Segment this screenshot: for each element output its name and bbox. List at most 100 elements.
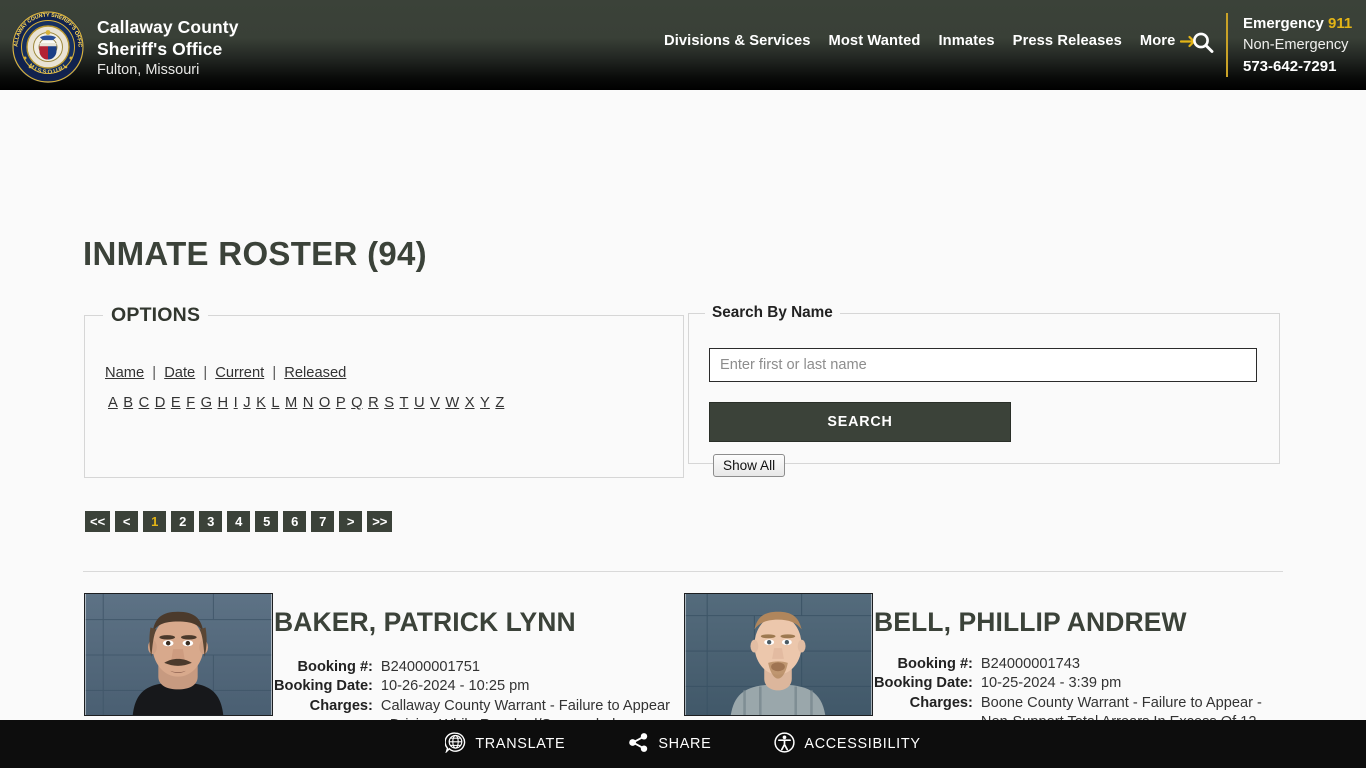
- search-input[interactable]: [709, 348, 1257, 382]
- non-emergency-number[interactable]: 573-642-7291: [1243, 56, 1352, 78]
- non-emergency-label: Non-Emergency: [1243, 36, 1349, 53]
- search-legend: Search By Name: [712, 304, 833, 321]
- brand-line-2: Sheriff's Office: [97, 39, 223, 59]
- emergency-number: 911: [1328, 15, 1353, 32]
- globe-icon: [444, 731, 466, 757]
- alphabet-link-v[interactable]: V: [430, 395, 440, 411]
- accessibility-icon: [774, 731, 796, 757]
- page-1[interactable]: 1: [143, 511, 167, 532]
- emergency-contact-block: Emergency 911 Non-Emergency 573-642-7291: [1226, 13, 1352, 77]
- translate-label: TRANSLATE: [475, 736, 566, 752]
- page-last[interactable]: >>: [367, 511, 393, 532]
- share-label: SHARE: [658, 736, 712, 752]
- alphabet-link-r[interactable]: R: [368, 395, 379, 411]
- sort-link-current[interactable]: Current: [215, 365, 264, 381]
- brand-text: Callaway County Sheriff's Office Fulton,…: [97, 10, 239, 80]
- booking-date-row: Booking Date: 10-26-2024 - 10:25 pm: [274, 677, 670, 696]
- page-3[interactable]: 3: [199, 511, 223, 532]
- alphabet-link-e[interactable]: E: [171, 395, 181, 411]
- page-next[interactable]: >: [339, 511, 363, 532]
- booking-number-label: Booking #:: [897, 656, 973, 672]
- nav-item-inmates[interactable]: Inmates: [929, 33, 1003, 49]
- share-icon: [628, 732, 649, 757]
- alphabet-link-y[interactable]: Y: [480, 395, 490, 411]
- nav-item-more-label: More: [1139, 33, 1176, 49]
- pagination: << <1 2 3 4 5 6 7 > >>: [85, 511, 393, 532]
- booking-number-label: Booking #:: [297, 659, 373, 675]
- page-title: INMATE ROSTER (94): [83, 235, 427, 272]
- accessibility-label: ACCESSIBILITY: [804, 736, 921, 752]
- alphabet-link-w[interactable]: W: [445, 395, 459, 411]
- sort-link-name[interactable]: Name: [105, 365, 144, 381]
- page-4[interactable]: 4: [227, 511, 251, 532]
- alphabet-link-u[interactable]: U: [414, 395, 425, 411]
- nav-item-press-releases[interactable]: Press Releases: [1004, 33, 1131, 49]
- booking-number-value: B24000001751: [380, 659, 480, 675]
- emergency-label: Emergency: [1243, 15, 1324, 32]
- page-2[interactable]: 2: [171, 511, 195, 532]
- alphabet-link-d[interactable]: D: [155, 395, 166, 411]
- alphabet-link-k[interactable]: K: [256, 395, 266, 411]
- alphabet-link-l[interactable]: L: [271, 395, 279, 411]
- alphabet-link-z[interactable]: Z: [495, 395, 504, 411]
- alphabet-link-m[interactable]: M: [285, 395, 297, 411]
- sort-link-date[interactable]: Date: [164, 365, 195, 381]
- booking-number-value: B24000001743: [980, 656, 1080, 672]
- show-all-button[interactable]: Show All: [713, 454, 786, 477]
- options-separator-3: |: [272, 365, 277, 381]
- booking-number-row: Booking #: B24000001751: [274, 658, 670, 677]
- charge-line: Callaway County Warrant - Failure to App…: [380, 697, 670, 714]
- accessibility-button[interactable]: ACCESSIBILITY: [774, 731, 921, 757]
- alphabet-link-t[interactable]: T: [399, 395, 408, 411]
- alphabet-link-p[interactable]: P: [336, 395, 346, 411]
- page-6[interactable]: 6: [283, 511, 307, 532]
- booking-number-row: Booking #: B24000001743: [874, 655, 1262, 674]
- nav-item-most-wanted[interactable]: Most Wanted: [820, 33, 930, 49]
- options-panel: OPTIONS Name | Date | Current | Released…: [84, 304, 684, 478]
- page-5[interactable]: 5: [255, 511, 279, 532]
- search-by-name-panel: Search By Name SEARCH Show All: [688, 304, 1280, 477]
- emergency-row: Emergency 911: [1243, 13, 1352, 35]
- site-header: CALLAWAY COUNTY SHERIFF'S OFFICE CALLAWA…: [0, 0, 1366, 90]
- section-divider: [83, 571, 1283, 572]
- sort-options-row: Name | Date | Current | Released: [105, 365, 346, 381]
- alphabet-link-q[interactable]: Q: [351, 395, 362, 411]
- alphabet-link-j[interactable]: J: [243, 395, 250, 411]
- alphabet-link-o[interactable]: O: [319, 395, 330, 411]
- search-button[interactable]: SEARCH: [709, 402, 1011, 442]
- booking-date-label: Booking Date:: [874, 675, 973, 692]
- booking-date-value: 10-25-2024 - 3:39 pm: [980, 675, 1122, 692]
- inmate-name[interactable]: BELL, PHILLIP ANDREW: [874, 604, 1284, 640]
- page-first[interactable]: <<: [85, 511, 111, 532]
- alphabet-link-a[interactable]: A: [108, 395, 118, 411]
- page-prev[interactable]: <: [115, 511, 139, 532]
- alphabet-link-f[interactable]: F: [186, 395, 195, 411]
- options-separator-1: |: [152, 365, 157, 381]
- inmate-name[interactable]: BAKER, PATRICK LYNN: [274, 604, 684, 640]
- sheriff-badge-icon: CALLAWAY COUNTY SHERIFF'S OFFICE CALLAWA…: [11, 10, 85, 84]
- share-button[interactable]: SHARE: [628, 732, 711, 757]
- alphabet-link-s[interactable]: S: [384, 395, 394, 411]
- inmate-mugshot[interactable]: [684, 593, 873, 716]
- search-icon[interactable]: [1189, 30, 1217, 58]
- alphabet-link-g[interactable]: G: [201, 395, 212, 411]
- booking-date-row: Booking Date: 10-25-2024 - 3:39 pm: [874, 674, 1262, 693]
- alphabet-link-n[interactable]: N: [303, 395, 314, 411]
- alphabet-link-b[interactable]: B: [123, 395, 133, 411]
- brand-block[interactable]: CALLAWAY COUNTY SHERIFF'S OFFICE CALLAWA…: [0, 0, 239, 84]
- booking-date-value: 10-26-2024 - 10:25 pm: [380, 678, 530, 695]
- page-7[interactable]: 7: [311, 511, 335, 532]
- translate-button[interactable]: TRANSLATE: [444, 731, 566, 757]
- inmate-mugshot[interactable]: [84, 593, 273, 716]
- alphabet-link-c[interactable]: C: [139, 395, 150, 411]
- alphabet-link-h[interactable]: H: [218, 395, 229, 411]
- nav-item-divisions-services[interactable]: Divisions & Services: [655, 33, 820, 49]
- alphabet-link-x[interactable]: X: [465, 395, 475, 411]
- alphabet-link-i[interactable]: I: [234, 395, 238, 411]
- booking-date-label: Booking Date:: [274, 678, 373, 695]
- main-navigation: Divisions & Services Most Wanted Inmates…: [655, 33, 1206, 49]
- brand-location: Fulton, Missouri: [97, 62, 200, 78]
- brand-line-1: Callaway County: [97, 17, 239, 37]
- accessibility-toolbar: TRANSLATE SHARE ACCESSIBILITY: [0, 720, 1366, 768]
- sort-link-released[interactable]: Released: [284, 365, 346, 381]
